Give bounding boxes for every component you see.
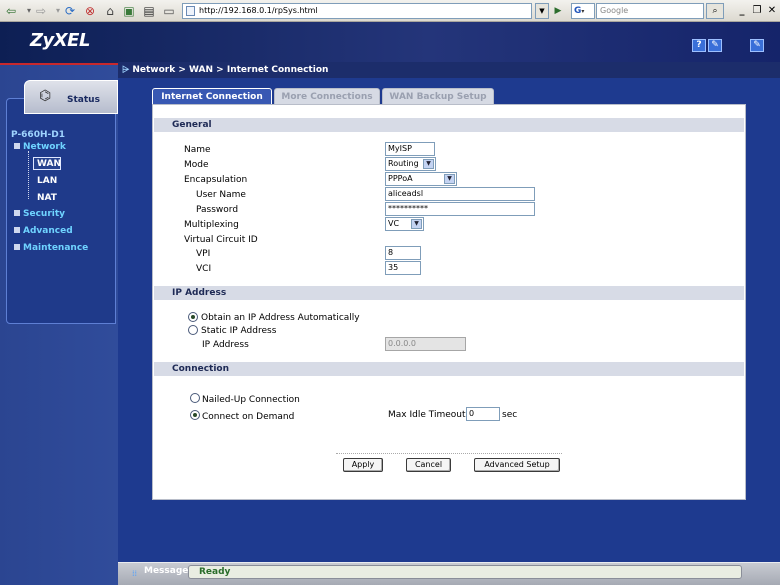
help-icon[interactable]: ? xyxy=(692,39,706,52)
vpi-field[interactable]: 8 xyxy=(385,246,421,260)
password-label: Password xyxy=(196,205,239,215)
username-field[interactable]: aliceadsl xyxy=(385,187,535,201)
collapse-icon xyxy=(14,143,20,149)
mode-select[interactable]: Routing ▼ xyxy=(385,157,436,171)
max-idle-field[interactable]: 0 xyxy=(466,407,500,421)
go-icon[interactable]: ▶ xyxy=(551,3,565,19)
minimize-icon[interactable]: _ xyxy=(736,4,748,18)
sidebar-item-nat[interactable]: NAT xyxy=(37,193,57,203)
nailed-up-label: Nailed-Up Connection xyxy=(202,395,300,405)
vci-label: VCI xyxy=(196,264,212,274)
restore-icon[interactable]: ❐ xyxy=(751,4,763,18)
sidebar-item-network[interactable]: Network xyxy=(14,142,66,152)
tab-more-connections[interactable]: More Connections xyxy=(274,88,380,105)
connect-on-demand-label: Connect on Demand xyxy=(202,412,295,422)
breadcrumb: ⩥ Network > WAN > Internet Connection xyxy=(122,65,329,75)
chevron-down-icon: ▼ xyxy=(444,174,455,184)
status-message: Ready xyxy=(188,565,742,579)
status-label: Status xyxy=(67,95,100,105)
ip-address-label: IP Address xyxy=(202,340,249,350)
address-url: http://192.168.0.1/rpSys.html xyxy=(199,6,318,15)
tab-icon[interactable]: ▤ xyxy=(141,3,157,19)
sec-label: sec xyxy=(502,410,518,420)
multiplexing-select[interactable]: VC ▼ xyxy=(385,217,424,231)
vpi-label: VPI xyxy=(196,249,211,259)
status-button[interactable]: ⌬ Status xyxy=(24,80,118,114)
sidebar-item-wan[interactable]: WAN xyxy=(37,159,61,169)
section-ip-address: IP Address xyxy=(154,286,744,300)
page-icon xyxy=(186,6,195,16)
section-connection: Connection xyxy=(154,362,744,376)
password-field[interactable]: ********** xyxy=(385,202,535,216)
sidebar-item-maintenance[interactable]: Maintenance xyxy=(14,243,88,253)
stop-icon[interactable]: ⊗ xyxy=(82,3,98,19)
username-label: User Name xyxy=(196,190,246,200)
close-icon[interactable]: ✕ xyxy=(766,4,778,18)
search-input[interactable]: Google xyxy=(596,3,704,19)
address-dropdown-icon[interactable]: ▼ xyxy=(535,3,549,19)
nailed-up-radio[interactable] xyxy=(190,393,200,403)
expand-icon xyxy=(14,227,20,233)
home-icon[interactable]: ⌂ xyxy=(102,3,118,19)
apply-button[interactable]: Apply xyxy=(343,458,383,472)
static-ip-label: Static IP Address xyxy=(201,326,277,336)
max-idle-label: Max Idle Timeout xyxy=(388,410,466,420)
app-header: ZyXEL ? ✎ ✎ xyxy=(0,22,780,65)
status-caption: Message xyxy=(144,566,189,576)
tab-wan-backup-setup[interactable]: WAN Backup Setup xyxy=(382,88,494,105)
ip-address-field[interactable]: 0.0.0.0 xyxy=(385,337,466,351)
encapsulation-label: Encapsulation xyxy=(184,175,248,185)
zyxel-logo: ZyXEL xyxy=(30,30,90,51)
device-name: P-660H-D1 xyxy=(11,130,65,140)
address-bar[interactable]: http://192.168.0.1/rpSys.html xyxy=(182,3,532,19)
back-icon[interactable]: ⇦ xyxy=(3,3,19,19)
tab-internet-connection[interactable]: Internet Connection xyxy=(152,88,272,105)
browser-toolbar: ⇦ ▾ ⇨ ▾ ⟳ ⊗ ⌂ ▣ ▤ ▭ http://192.168.0.1/r… xyxy=(0,0,780,22)
sidebar-item-security[interactable]: Security xyxy=(14,209,65,219)
status-indicator-icon: ⁞⁞ xyxy=(132,569,138,578)
obtain-ip-label: Obtain an IP Address Automatically xyxy=(201,313,360,323)
chevron-down-icon: ▼ xyxy=(423,159,434,169)
chevron-down-icon: ▼ xyxy=(411,219,422,229)
virtual-circuit-label: Virtual Circuit ID xyxy=(184,235,258,245)
multiplexing-label: Multiplexing xyxy=(184,220,239,230)
button-divider xyxy=(336,453,562,454)
router-icon: ⌬ xyxy=(39,88,52,104)
sidebar-item-lan[interactable]: LAN xyxy=(37,176,57,186)
cancel-button[interactable]: Cancel xyxy=(406,458,451,472)
reload-icon[interactable]: ⟳ xyxy=(62,3,78,19)
bookmark-icon[interactable]: ▣ xyxy=(121,3,137,19)
expand-icon xyxy=(14,244,20,250)
search-icon[interactable]: ⌕ xyxy=(706,3,724,19)
mode-label: Mode xyxy=(184,160,209,170)
sidebar-item-advanced[interactable]: Advanced xyxy=(14,226,73,236)
name-label: Name xyxy=(184,145,211,155)
form-panel xyxy=(152,104,746,500)
obtain-ip-radio[interactable] xyxy=(188,312,198,322)
connect-on-demand-radio[interactable] xyxy=(190,410,200,420)
search-engine-selector[interactable]: G▾ xyxy=(571,3,595,19)
advanced-setup-button[interactable]: Advanced Setup xyxy=(474,458,560,472)
vci-field[interactable]: 35 xyxy=(385,261,421,275)
wizard-icon[interactable]: ✎ xyxy=(708,39,722,52)
logout-icon[interactable]: ✎ xyxy=(750,39,764,52)
print-icon[interactable]: ▭ xyxy=(161,3,177,19)
static-ip-radio[interactable] xyxy=(188,325,198,335)
section-general: General xyxy=(154,118,744,132)
forward-icon[interactable]: ⇨ xyxy=(33,3,49,19)
name-field[interactable]: MyISP xyxy=(385,142,435,156)
expand-icon xyxy=(14,210,20,216)
tree-connector xyxy=(28,151,29,199)
encapsulation-select[interactable]: PPPoA ▼ xyxy=(385,172,457,186)
